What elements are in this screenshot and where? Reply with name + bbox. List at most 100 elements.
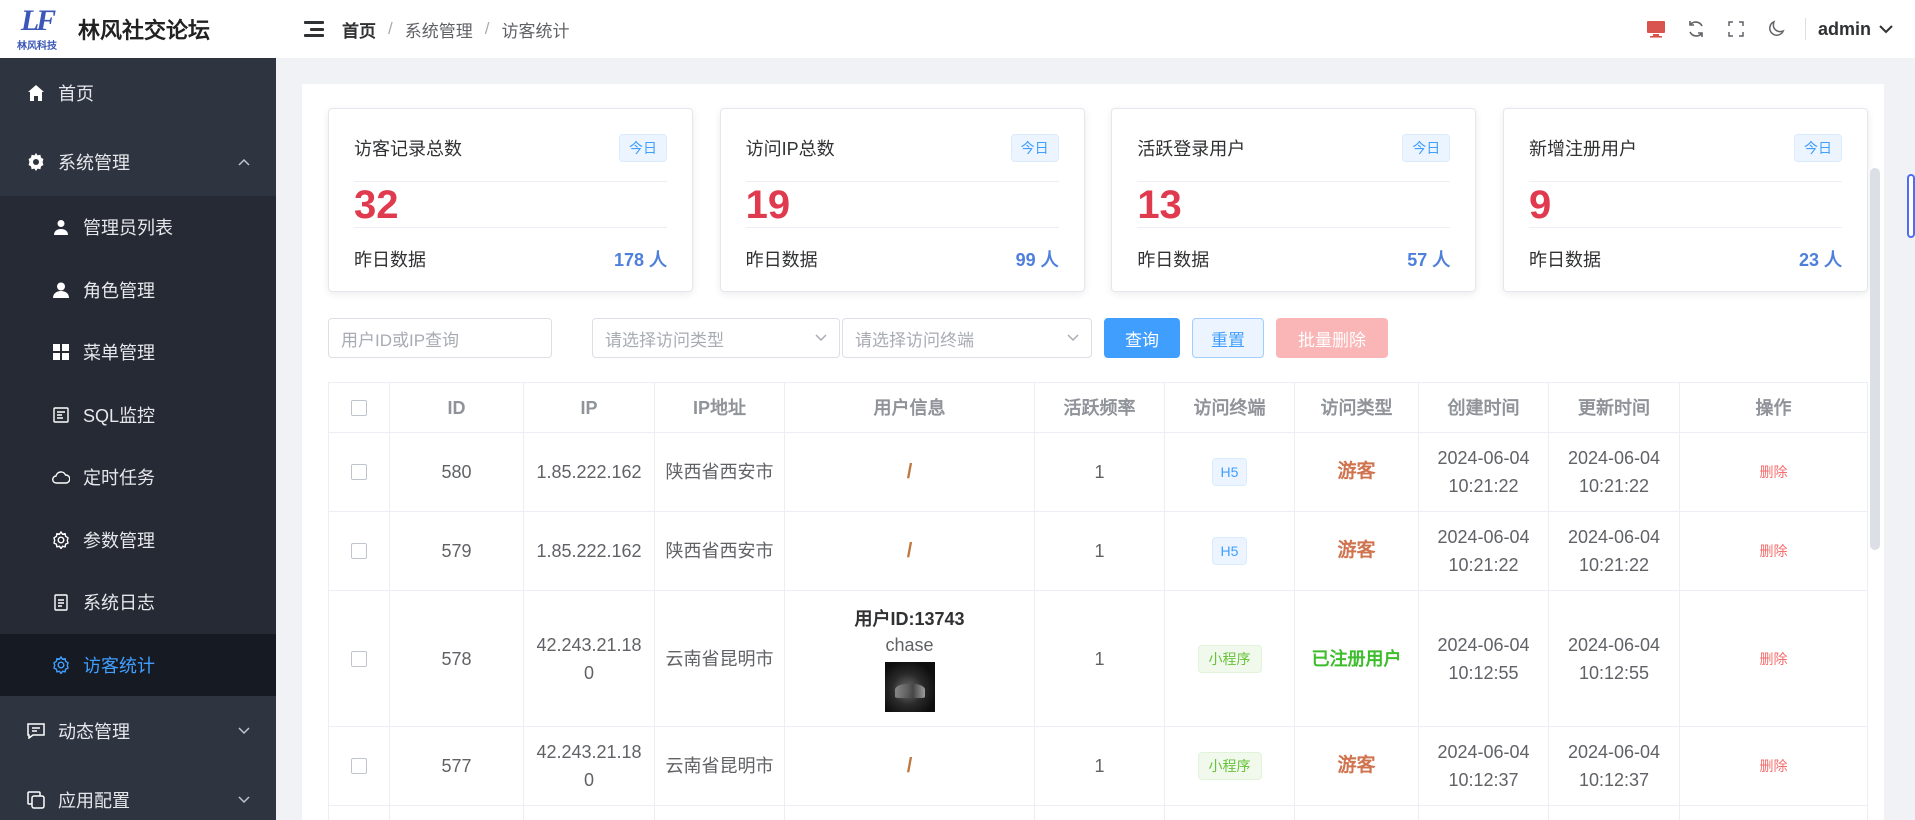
row-checkbox[interactable] xyxy=(351,758,367,774)
user-menu[interactable]: admin xyxy=(1818,19,1893,40)
logo-company: 林风科技 xyxy=(17,41,57,52)
refresh-icon[interactable] xyxy=(1685,18,1707,40)
cell-id: 579 xyxy=(390,512,524,590)
row-select-cell xyxy=(329,512,390,590)
cell-frequency xyxy=(1035,806,1165,820)
today-badge: 今日 xyxy=(1793,134,1842,162)
row-select-cell xyxy=(329,806,390,820)
reset-button[interactable]: 重置 xyxy=(1192,318,1264,358)
sidebar: 首页 系统管理 管理员列表 角色管理 菜单管理 SQL监控 定时任务 参数管理 … xyxy=(0,58,276,820)
today-badge: 今日 xyxy=(1010,134,1059,162)
terminal-badge: H5 xyxy=(1211,537,1248,565)
sidebar-item-logs[interactable]: 系统日志 xyxy=(0,571,276,634)
page-scroll-thumb[interactable] xyxy=(1907,174,1915,238)
table-row: 577 42.243.21.180 云南省昆明市 / 1 小程序 游客 2024… xyxy=(329,727,1867,806)
logo[interactable]: LF 林风科技 林风社交论坛 xyxy=(0,0,276,58)
sidebar-item-home[interactable]: 首页 xyxy=(0,58,276,127)
search-input[interactable]: 用户ID或IP查询 xyxy=(328,318,552,358)
vertical-scrollbar[interactable] xyxy=(1870,168,1880,550)
cell-location: 云南省昆明市 xyxy=(655,727,785,805)
stat-value: 13 xyxy=(1137,183,1451,228)
search-placeholder: 用户ID或IP查询 xyxy=(341,330,460,350)
cell-ip: 42.243.21.180 xyxy=(524,591,655,726)
stat-title: 新增注册用户 xyxy=(1528,139,1637,159)
cell-updated: 2024-06-04 10:21:22 xyxy=(1549,433,1680,511)
grid-icon xyxy=(51,342,71,362)
cell-location: 陕西省西安市 xyxy=(655,433,785,511)
query-button[interactable]: 查询 xyxy=(1104,318,1180,358)
breadcrumb-home[interactable]: 首页 xyxy=(342,17,376,42)
stat-footer-value: 57 人 xyxy=(1407,250,1451,270)
sidebar-item-role[interactable]: 角色管理 xyxy=(0,259,276,322)
terminal-select[interactable]: 请选择访问终端 xyxy=(842,318,1092,358)
stat-card-header: 访客记录总数 今日 xyxy=(354,109,667,182)
batch-delete-button[interactable]: 批量删除 xyxy=(1276,318,1388,358)
cloud-icon xyxy=(51,467,71,487)
sidebar-item-cron[interactable]: 定时任务 xyxy=(0,446,276,509)
visit-type: 游客 xyxy=(1337,540,1376,561)
header-actions: admin xyxy=(1645,0,1915,58)
cog-icon xyxy=(51,530,71,550)
select-all-checkbox[interactable] xyxy=(351,399,367,416)
chat-icon xyxy=(26,721,46,741)
cell-updated: 2024-06-04 10:12:55 xyxy=(1549,591,1680,726)
sidebar-item-app-config[interactable]: 应用配置 xyxy=(0,765,276,820)
breadcrumb: 首页 / 系统管理 / 访客统计 xyxy=(342,17,569,42)
top-header: LF 林风科技 林风社交论坛 首页 / 系统管理 / 访客统计 admin xyxy=(0,0,1915,58)
cell-type: 游客 xyxy=(1295,727,1419,805)
stat-footer-label: 昨日数据 xyxy=(745,250,818,270)
menu-toggle-icon[interactable] xyxy=(304,21,324,37)
stat-footer-value: 178 人 xyxy=(613,250,667,270)
delete-link[interactable]: 删除 xyxy=(1760,645,1788,673)
sidebar-item-system[interactable]: 系统管理 xyxy=(0,127,276,196)
cell-created: 2024-06-04 10:21:22 xyxy=(1419,433,1549,511)
user-avatar[interactable] xyxy=(884,661,935,712)
table-row: 578 42.243.21.180 云南省昆明市 用户ID:13743 chas… xyxy=(329,591,1867,727)
terminal-placeholder: 请选择访问终端 xyxy=(855,330,974,350)
cell-terminal: 小程序 xyxy=(1165,591,1295,726)
cell-created: 2024-06-04 10:12:55 xyxy=(1419,591,1549,726)
cell-user: / xyxy=(785,727,1035,805)
cell-action: 删除 xyxy=(1680,433,1867,511)
person-icon xyxy=(51,280,71,300)
cell-updated xyxy=(1549,806,1680,820)
moon-icon[interactable] xyxy=(1765,18,1787,40)
cell-ip: 42.243.21.180 xyxy=(524,727,655,805)
delete-link[interactable]: 删除 xyxy=(1760,752,1788,780)
sidebar-item-sql[interactable]: SQL监控 xyxy=(0,384,276,447)
fullscreen-icon[interactable] xyxy=(1725,18,1747,40)
stat-footer: 昨日数据 57 人 xyxy=(1137,228,1450,290)
access-type-select[interactable]: 请选择访问类型 xyxy=(592,318,840,358)
stat-card-header: 活跃登录用户 今日 xyxy=(1137,109,1451,182)
today-badge: 今日 xyxy=(1402,134,1451,162)
sidebar-item-label: 系统日志 xyxy=(83,593,155,614)
delete-link[interactable]: 删除 xyxy=(1760,458,1788,486)
screen-icon[interactable] xyxy=(1645,18,1667,40)
row-checkbox[interactable] xyxy=(351,464,367,480)
row-checkbox[interactable] xyxy=(351,543,367,559)
row-select-cell xyxy=(329,591,390,726)
sidebar-item-posts[interactable]: 动态管理 xyxy=(0,696,276,765)
stat-title: 活跃登录用户 xyxy=(1137,139,1246,159)
cell-location xyxy=(655,806,785,820)
table-row: 579 1.85.222.162 陕西省西安市 / 1 H5 游客 2024-0… xyxy=(329,512,1867,591)
column-header: 用户信息 xyxy=(785,383,1035,432)
cell-updated: 2024-06-04 10:12:37 xyxy=(1549,727,1680,805)
cell-created xyxy=(1419,806,1549,820)
stat-cards: 访客记录总数 今日 32 昨日数据 178 人 访问IP总数 今日 19 昨日数… xyxy=(328,108,1868,292)
cell-terminal: H5 xyxy=(1165,433,1295,511)
row-checkbox[interactable] xyxy=(351,650,367,667)
cell-user: 用户ID:13743 chase xyxy=(785,591,1035,726)
column-header: 操作 xyxy=(1755,397,1792,418)
sidebar-item-admin-list[interactable]: 管理员列表 xyxy=(0,196,276,259)
sidebar-item-visitor-stats[interactable]: 访客统计 xyxy=(0,633,276,696)
cell-action xyxy=(1680,806,1867,820)
sidebar-item-menu[interactable]: 菜单管理 xyxy=(0,321,276,384)
copy-icon xyxy=(26,790,46,810)
sidebar-item-params[interactable]: 参数管理 xyxy=(0,509,276,572)
delete-link[interactable]: 删除 xyxy=(1760,537,1788,565)
today-badge: 今日 xyxy=(619,134,667,162)
column-header: 创建时间 xyxy=(1419,383,1549,432)
stat-value: 9 xyxy=(1528,183,1842,228)
cell-type: 已注册用户 xyxy=(1295,591,1419,726)
